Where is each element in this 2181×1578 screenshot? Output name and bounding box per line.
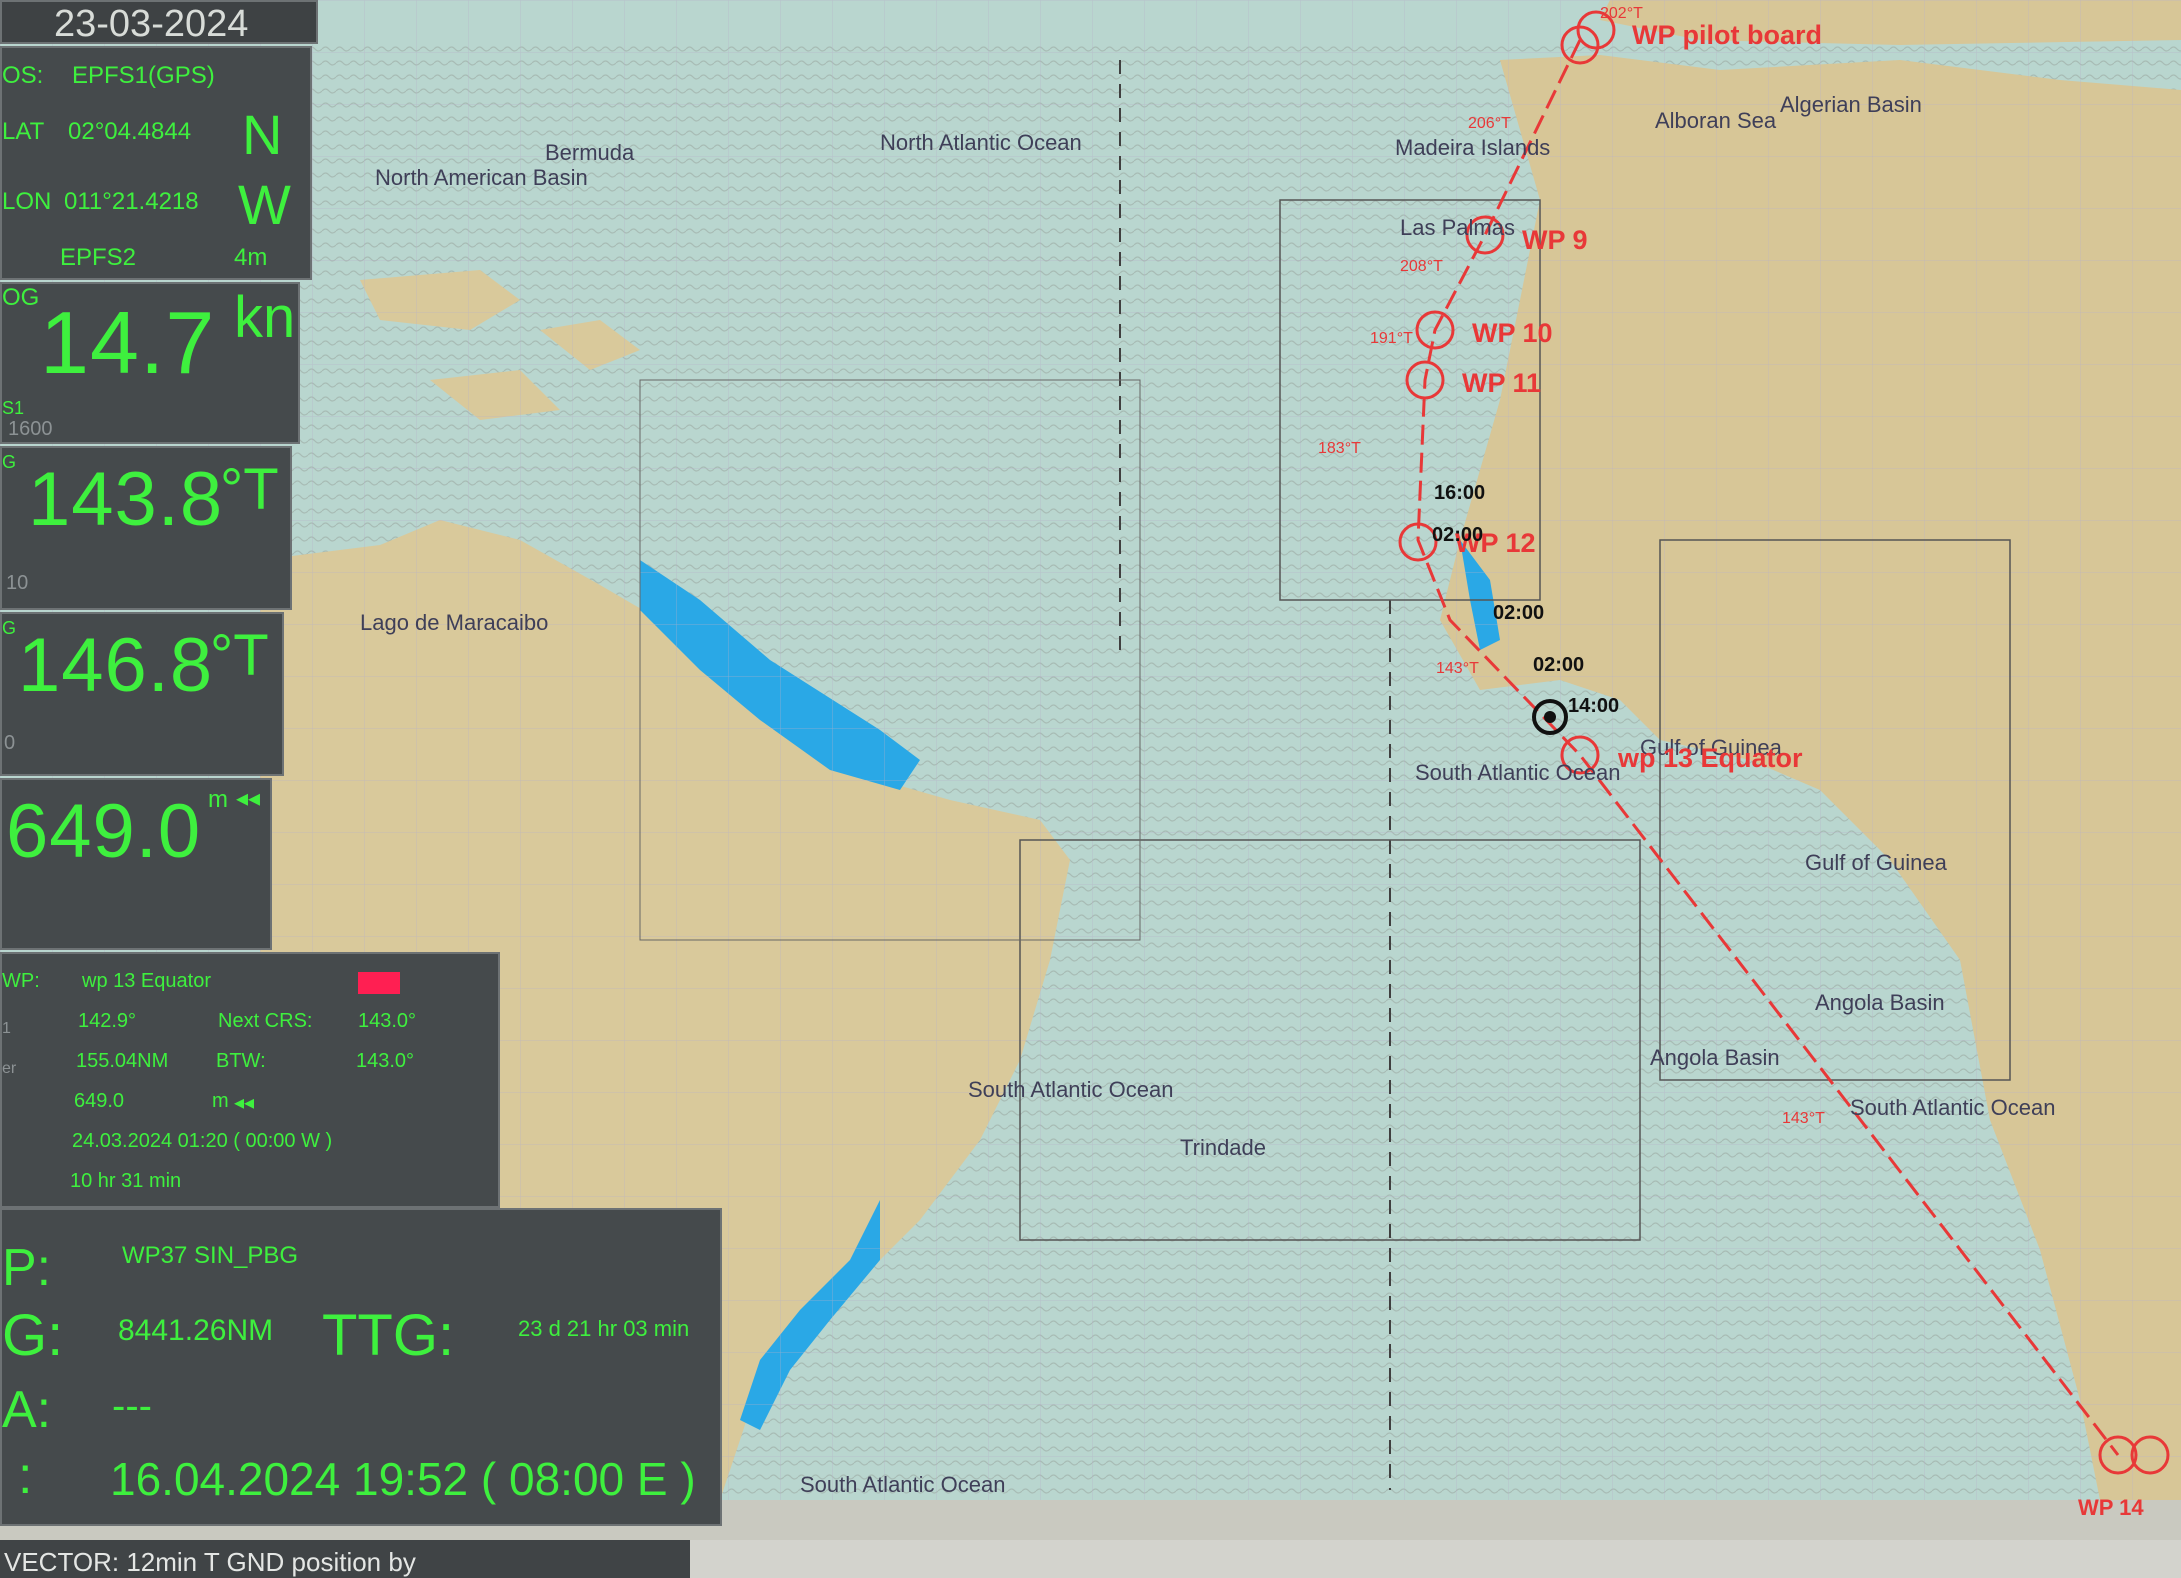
ttg-value: 23 d 21 hr 03 min [518, 1316, 690, 1341]
waypoint-label[interactable]: WP 11 [1462, 368, 1541, 399]
wp-ttg: 10 hr 31 min [70, 1170, 182, 1192]
map-label: South Atlantic Ocean [800, 1472, 1006, 1497]
btw-label: BTW: [216, 1050, 266, 1072]
row-label-2: er [2, 1060, 17, 1077]
secondary-offset: 4m [234, 244, 268, 271]
bearing-label: 143°T [1782, 1110, 1825, 1127]
waypoint-label[interactable]: WP 10 [1472, 318, 1553, 349]
waypoint-panel: WP: wp 13 Equator 1 er 142.9° Next CRS: … [0, 952, 500, 1208]
wp-course: 142.9° [78, 1010, 137, 1032]
wp-label: WP: [2, 970, 40, 992]
lon-value: 011°21.4218 [64, 188, 199, 215]
lat-value: 02°04.4844 [68, 118, 192, 145]
map-label: Angola Basin [1815, 990, 1945, 1015]
ttg-label: TTG: [322, 1303, 455, 1368]
sog-panel: OG 14.7 kn S1 1600 [0, 282, 300, 444]
cog-label: G [2, 452, 17, 472]
time-label: 02:00 [1493, 602, 1545, 624]
dest-eta: 16.04.2024 19:52 ( 08:00 E ) [110, 1453, 696, 1505]
time-label: 02:00 [1432, 524, 1484, 546]
bearing-label: 183°T [1318, 440, 1361, 457]
cog-faint: 10 [6, 572, 29, 594]
map-label: Lago de Maracaibo [360, 610, 549, 635]
pos-source[interactable]: EPFS1(GPS) [72, 62, 215, 90]
date-display: 23-03-2024 [0, 0, 318, 45]
heading-panel: G 146.8 °T 0 [0, 612, 284, 776]
destination-panel: P: WP37 SIN_PBG G: 8441.26NM TTG: 23 d 2… [0, 1208, 722, 1526]
eta-label: : [18, 1447, 33, 1505]
waypoint-label[interactable]: wp 13 Equator [1618, 743, 1803, 774]
time-label: 16:00 [1434, 482, 1486, 504]
lat-label: LAT [2, 118, 45, 145]
cog-panel: G 143.8 °T 10 [0, 446, 292, 610]
sog-label: OG [2, 284, 40, 311]
heading-faint: 0 [4, 732, 16, 754]
waypoint-label[interactable]: WP pilot board [1632, 20, 1822, 51]
btw-value: 143.0° [356, 1050, 415, 1072]
map-label: Alboran Sea [1655, 108, 1777, 133]
next-crs-value: 143.0° [358, 1010, 417, 1032]
time-label: 14:00 [1568, 695, 1620, 717]
secondary-source: EPFS2 [60, 244, 137, 271]
bearing-label: 191°T [1370, 330, 1413, 347]
heading-value: 146.8 [18, 623, 214, 708]
cog-unit: °T [220, 457, 279, 522]
next-crs-label: Next CRS: [218, 1010, 313, 1032]
bearing-label: 208°T [1400, 258, 1443, 275]
sog-value: 14.7 [40, 293, 216, 392]
depth-panel: 649.0 m ◂◂ [0, 778, 272, 950]
a-label: A: [2, 1381, 52, 1439]
alarm-indicator[interactable] [358, 972, 400, 994]
dtg-label: G: [2, 1303, 64, 1368]
waypoint-label[interactable]: WP 14 [2078, 1495, 2144, 1521]
lat-hemisphere: N [242, 103, 283, 166]
map-label: South Atlantic Ocean [1415, 760, 1621, 785]
lon-hemisphere: W [238, 173, 291, 236]
bearing-label: 143°T [1436, 660, 1479, 677]
wp-depth: 649.0 [74, 1090, 125, 1112]
depth-arrow: ◂◂ [236, 785, 261, 812]
wp-depth-arrow: ◂◂ [234, 1092, 255, 1114]
time-label: 02:00 [1533, 654, 1585, 676]
pos-label: OS: [2, 62, 44, 89]
depth-unit: m [208, 786, 228, 813]
wp-depth-unit: m [212, 1090, 229, 1112]
cog-value: 143.8 [28, 457, 224, 542]
map-label: Algerian Basin [1780, 92, 1922, 117]
dtg-value: 8441.26NM [118, 1314, 274, 1347]
sog-faint: 1600 [8, 418, 53, 440]
wp-distance: 155.04NM [76, 1050, 169, 1072]
map-label: Bermuda [545, 140, 635, 165]
lon-label: LON [2, 188, 52, 215]
map-label: South Atlantic Ocean [968, 1077, 1174, 1102]
map-label: North Atlantic Ocean [880, 130, 1082, 155]
wp-eta: 24.03.2024 01:20 ( 00:00 W ) [72, 1130, 333, 1152]
bearing-label: 206°T [1468, 115, 1511, 132]
waypoint-label[interactable]: WP 9 [1522, 225, 1588, 256]
wp-name[interactable]: wp 13 Equator [82, 970, 211, 993]
depth-value: 649.0 [6, 789, 202, 874]
map-label: Las Palmas [1400, 215, 1515, 240]
sog-unit: kn [234, 285, 296, 350]
dest-wp-name[interactable]: WP37 SIN_PBG [122, 1242, 298, 1270]
map-label: Gulf of Guinea [1805, 850, 1947, 875]
position-panel: OS: EPFS1(GPS) LAT 02°04.4844 N LON 011°… [0, 46, 312, 280]
map-label: South Atlantic Ocean [1850, 1095, 2056, 1120]
sog-source: S1 [2, 398, 25, 418]
row-label-1: 1 [2, 1020, 11, 1037]
map-label: North American Basin [375, 165, 588, 190]
heading-label: G [2, 618, 17, 638]
vector-status: VECTOR: 12min T GND position by [0, 1540, 690, 1578]
heading-unit: °T [210, 623, 269, 688]
map-label: Trindade [1180, 1135, 1267, 1160]
a-value: --- [112, 1384, 152, 1428]
bearing-label: 202°T [1600, 5, 1643, 22]
map-label: Angola Basin [1650, 1045, 1780, 1070]
map-label: Madeira Islands [1395, 135, 1551, 160]
dest-wp-label: P: [2, 1239, 52, 1297]
